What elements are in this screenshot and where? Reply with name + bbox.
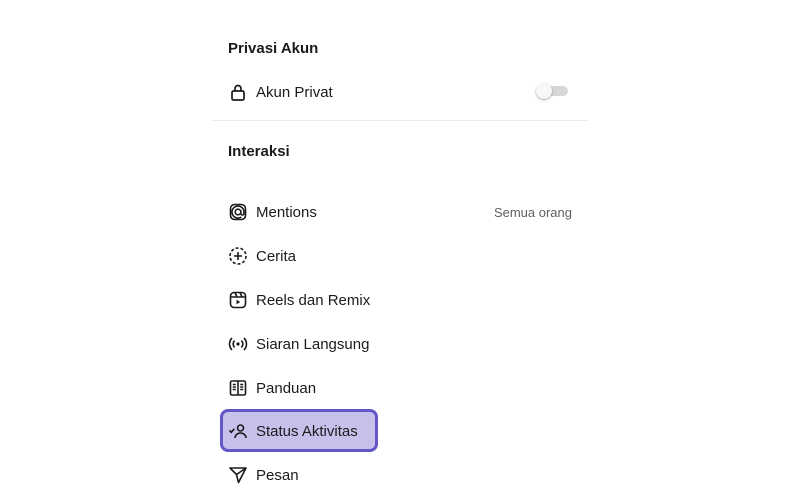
toggle-knob [536,83,552,99]
interaction-item-live[interactable]: Siaran Langsung [228,331,369,357]
private-account-toggle[interactable] [536,83,568,99]
reels-icon [228,290,248,310]
activity-status-icon [228,421,248,441]
interaction-item-label: Status Aktivitas [256,422,358,440]
interaction-item-label: Reels dan Remix [256,291,371,309]
interaction-item-label: Panduan [256,379,317,397]
lock-icon [228,82,248,102]
private-account-row[interactable]: Akun Privat [228,79,572,105]
guide-book-icon [228,378,248,398]
interaction-item-label: Pesan [256,466,299,484]
interaction-item-messages[interactable]: Pesan [228,462,299,488]
interaction-item-label: Mentions [256,203,317,221]
section-title-interactions: Interaksi [228,143,290,160]
interaction-item-cerita[interactable]: Cerita [228,243,296,269]
private-account-label: Akun Privat [256,83,333,101]
at-sign-icon [228,202,248,222]
interaction-item-reels[interactable]: Reels dan Remix [228,287,370,313]
interaction-item-activity-status[interactable]: Status Aktivitas [228,418,358,444]
settings-panel: Privasi Akun Akun Privat Interaksi Menti… [212,0,588,500]
interaction-item-label: Siaran Langsung [256,335,370,353]
story-add-icon [228,246,248,266]
interaction-item-label: Cerita [256,247,297,265]
section-title-account-privacy: Privasi Akun [228,40,319,57]
live-broadcast-icon [228,334,248,354]
send-message-icon [228,465,248,485]
interaction-item-guides[interactable]: Panduan [228,375,316,401]
mentions-value: Semua orang [493,205,572,220]
section-divider [212,120,588,121]
